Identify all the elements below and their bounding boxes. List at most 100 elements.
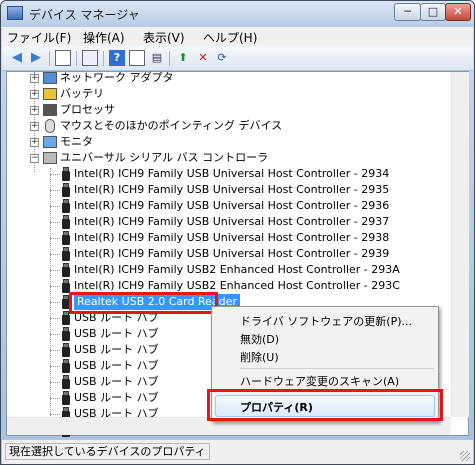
vertical-scrollbar[interactable]: [451, 72, 469, 417]
usb-device-label: USB ルート ハブ: [74, 375, 159, 388]
title-bar[interactable]: デバイス マネージャ ─ □ ✕: [1, 1, 474, 27]
usb-device-label: Intel(R) ICH9 Family USB Universal Host …: [74, 183, 390, 196]
usb-device-label: USB ルート ハブ: [74, 327, 159, 340]
menu-action[interactable]: 操作(A): [83, 29, 125, 46]
tree-view-icon[interactable]: [55, 50, 71, 66]
usb-controller-icon: [43, 152, 57, 164]
network-adapter-icon: [43, 72, 57, 84]
resize-grip-icon[interactable]: [460, 451, 470, 461]
usb-device-item[interactable]: Intel(R) ICH9 Family USB Universal Host …: [7, 198, 447, 214]
usb-device-label: Intel(R) ICH9 Family USB2 Enhanced Host …: [74, 263, 400, 276]
usb-device-icon: [62, 263, 70, 277]
tree-line: [50, 318, 60, 319]
usb-device-label: Intel(R) ICH9 Family USB Universal Host …: [74, 231, 390, 244]
usb-device-icon: [62, 279, 70, 293]
device-manager-window: デバイス マネージャ ─ □ ✕ ファイル(F) 操作(A) 表示(V) ヘルプ…: [0, 0, 475, 465]
context-disable[interactable]: 無効(D): [240, 331, 279, 347]
usb-device-icon: [62, 343, 70, 357]
tree-category-usb[interactable]: − ユニバーサル シリアル バス コントローラ: [7, 150, 447, 166]
mouse-icon: [45, 119, 55, 133]
context-update-driver[interactable]: ドライバ ソフトウェアの更新(P)...: [240, 313, 412, 329]
battery-icon: [43, 88, 57, 100]
collapse-icon[interactable]: −: [30, 154, 39, 163]
tree-line: [50, 190, 60, 191]
tree-category-monitor[interactable]: + モニタ: [7, 134, 447, 150]
expand-icon[interactable]: +: [30, 90, 39, 99]
update-driver-icon[interactable]: ⬆: [175, 50, 191, 66]
processor-icon: [43, 104, 57, 116]
usb-device-icon: [62, 375, 70, 389]
print-icon[interactable]: ▤: [149, 50, 165, 66]
tree-line: [50, 270, 60, 271]
minimize-button[interactable]: ─: [394, 3, 421, 21]
status-text: 現在選択しているデバイスのプロパティ シート: [5, 443, 210, 460]
expand-icon[interactable]: +: [30, 74, 39, 83]
usb-device-icon: [62, 247, 70, 261]
usb-device-label: Intel(R) ICH9 Family USB Universal Host …: [74, 199, 390, 212]
tree-line: [50, 174, 60, 175]
close-button[interactable]: ✕: [445, 3, 471, 21]
scan-hardware-icon[interactable]: ⟳: [214, 50, 230, 66]
tree-category-network[interactable]: + ネットワーク アダプタ: [7, 70, 447, 86]
usb-device-icon: [62, 199, 70, 213]
menu-view[interactable]: 表示(V): [143, 29, 185, 46]
tree-category-label: プロセッサ: [60, 103, 115, 116]
usb-device-icon: [62, 327, 70, 341]
menu-file[interactable]: ファイル(F): [7, 29, 71, 46]
usb-device-item[interactable]: Intel(R) ICH9 Family USB Universal Host …: [7, 182, 447, 198]
usb-device-item[interactable]: Intel(R) ICH9 Family USB Universal Host …: [7, 166, 447, 182]
tree-line: [50, 238, 60, 239]
tree-line: [50, 254, 60, 255]
usb-device-label: USB ルート ハブ: [74, 359, 159, 372]
tree-line: [50, 366, 60, 367]
expand-icon[interactable]: +: [30, 138, 39, 147]
tree-category-label: ネットワーク アダプタ: [60, 71, 174, 84]
forward-arrow-icon[interactable]: ▶: [28, 50, 44, 66]
usb-device-label: USB ルート ハブ: [74, 391, 159, 404]
usb-device-label: Intel(R) ICH9 Family USB Universal Host …: [74, 247, 390, 260]
monitor-icon: [43, 136, 57, 148]
tree-line: [50, 382, 60, 383]
toolbar-view-icon[interactable]: [129, 50, 145, 66]
window-title: デバイス マネージャ: [29, 8, 140, 22]
usb-device-label: Intel(R) ICH9 Family USB Universal Host …: [74, 215, 390, 228]
tree-category-battery[interactable]: + バッテリ: [7, 86, 447, 102]
usb-device-icon: [62, 359, 70, 373]
properties-sheet-icon[interactable]: [82, 50, 98, 66]
tree-category-label: モニタ: [60, 135, 93, 148]
toolbar-separator: [169, 51, 170, 66]
tree-line: [50, 206, 60, 207]
usb-device-icon: [62, 215, 70, 229]
context-scan-hardware[interactable]: ハードウェア変更のスキャン(A): [240, 373, 399, 389]
expand-icon[interactable]: +: [30, 122, 39, 131]
toolbar: ◀ ▶ ? ▤ ⬆ ✕ ⟳: [2, 46, 473, 71]
tree-category-label: ユニバーサル シリアル バス コントローラ: [60, 151, 269, 164]
usb-device-icon: [62, 183, 70, 197]
usb-device-item[interactable]: Intel(R) ICH9 Family USB Universal Host …: [7, 246, 447, 262]
uninstall-icon[interactable]: ✕: [195, 50, 211, 66]
tree-category-processor[interactable]: + プロセッサ: [7, 102, 447, 118]
usb-device-label: Intel(R) ICH9 Family USB Universal Host …: [74, 167, 390, 180]
menu-help[interactable]: ヘルプ(H): [203, 29, 257, 46]
tree-line: [50, 334, 60, 335]
maximize-button[interactable]: □: [420, 3, 446, 21]
device-manager-icon: [7, 6, 23, 20]
context-uninstall[interactable]: 削除(U): [240, 349, 279, 365]
usb-device-label: USB ルート ハブ: [74, 343, 159, 356]
highlight-box-device: [69, 292, 218, 314]
tree-line: [50, 222, 60, 223]
tree-line: [50, 414, 60, 415]
back-arrow-icon[interactable]: ◀: [9, 50, 25, 66]
toolbar-separator: [49, 51, 50, 66]
tree-line: [50, 350, 60, 351]
usb-device-item[interactable]: Intel(R) ICH9 Family USB Universal Host …: [7, 230, 447, 246]
usb-device-item[interactable]: Intel(R) ICH9 Family USB Universal Host …: [7, 214, 447, 230]
tree-category-label: バッテリ: [60, 87, 104, 100]
tree-category-mouse[interactable]: + マウスとそのほかのポインティング デバイス: [7, 118, 447, 134]
context-separator: [240, 368, 434, 369]
usb-device-item[interactable]: Intel(R) ICH9 Family USB2 Enhanced Host …: [7, 262, 447, 278]
tree-category-label: マウスとそのほかのポインティング デバイス: [60, 119, 283, 132]
expand-icon[interactable]: +: [30, 106, 39, 115]
help-icon[interactable]: ?: [109, 50, 125, 66]
usb-device-icon: [62, 231, 70, 245]
